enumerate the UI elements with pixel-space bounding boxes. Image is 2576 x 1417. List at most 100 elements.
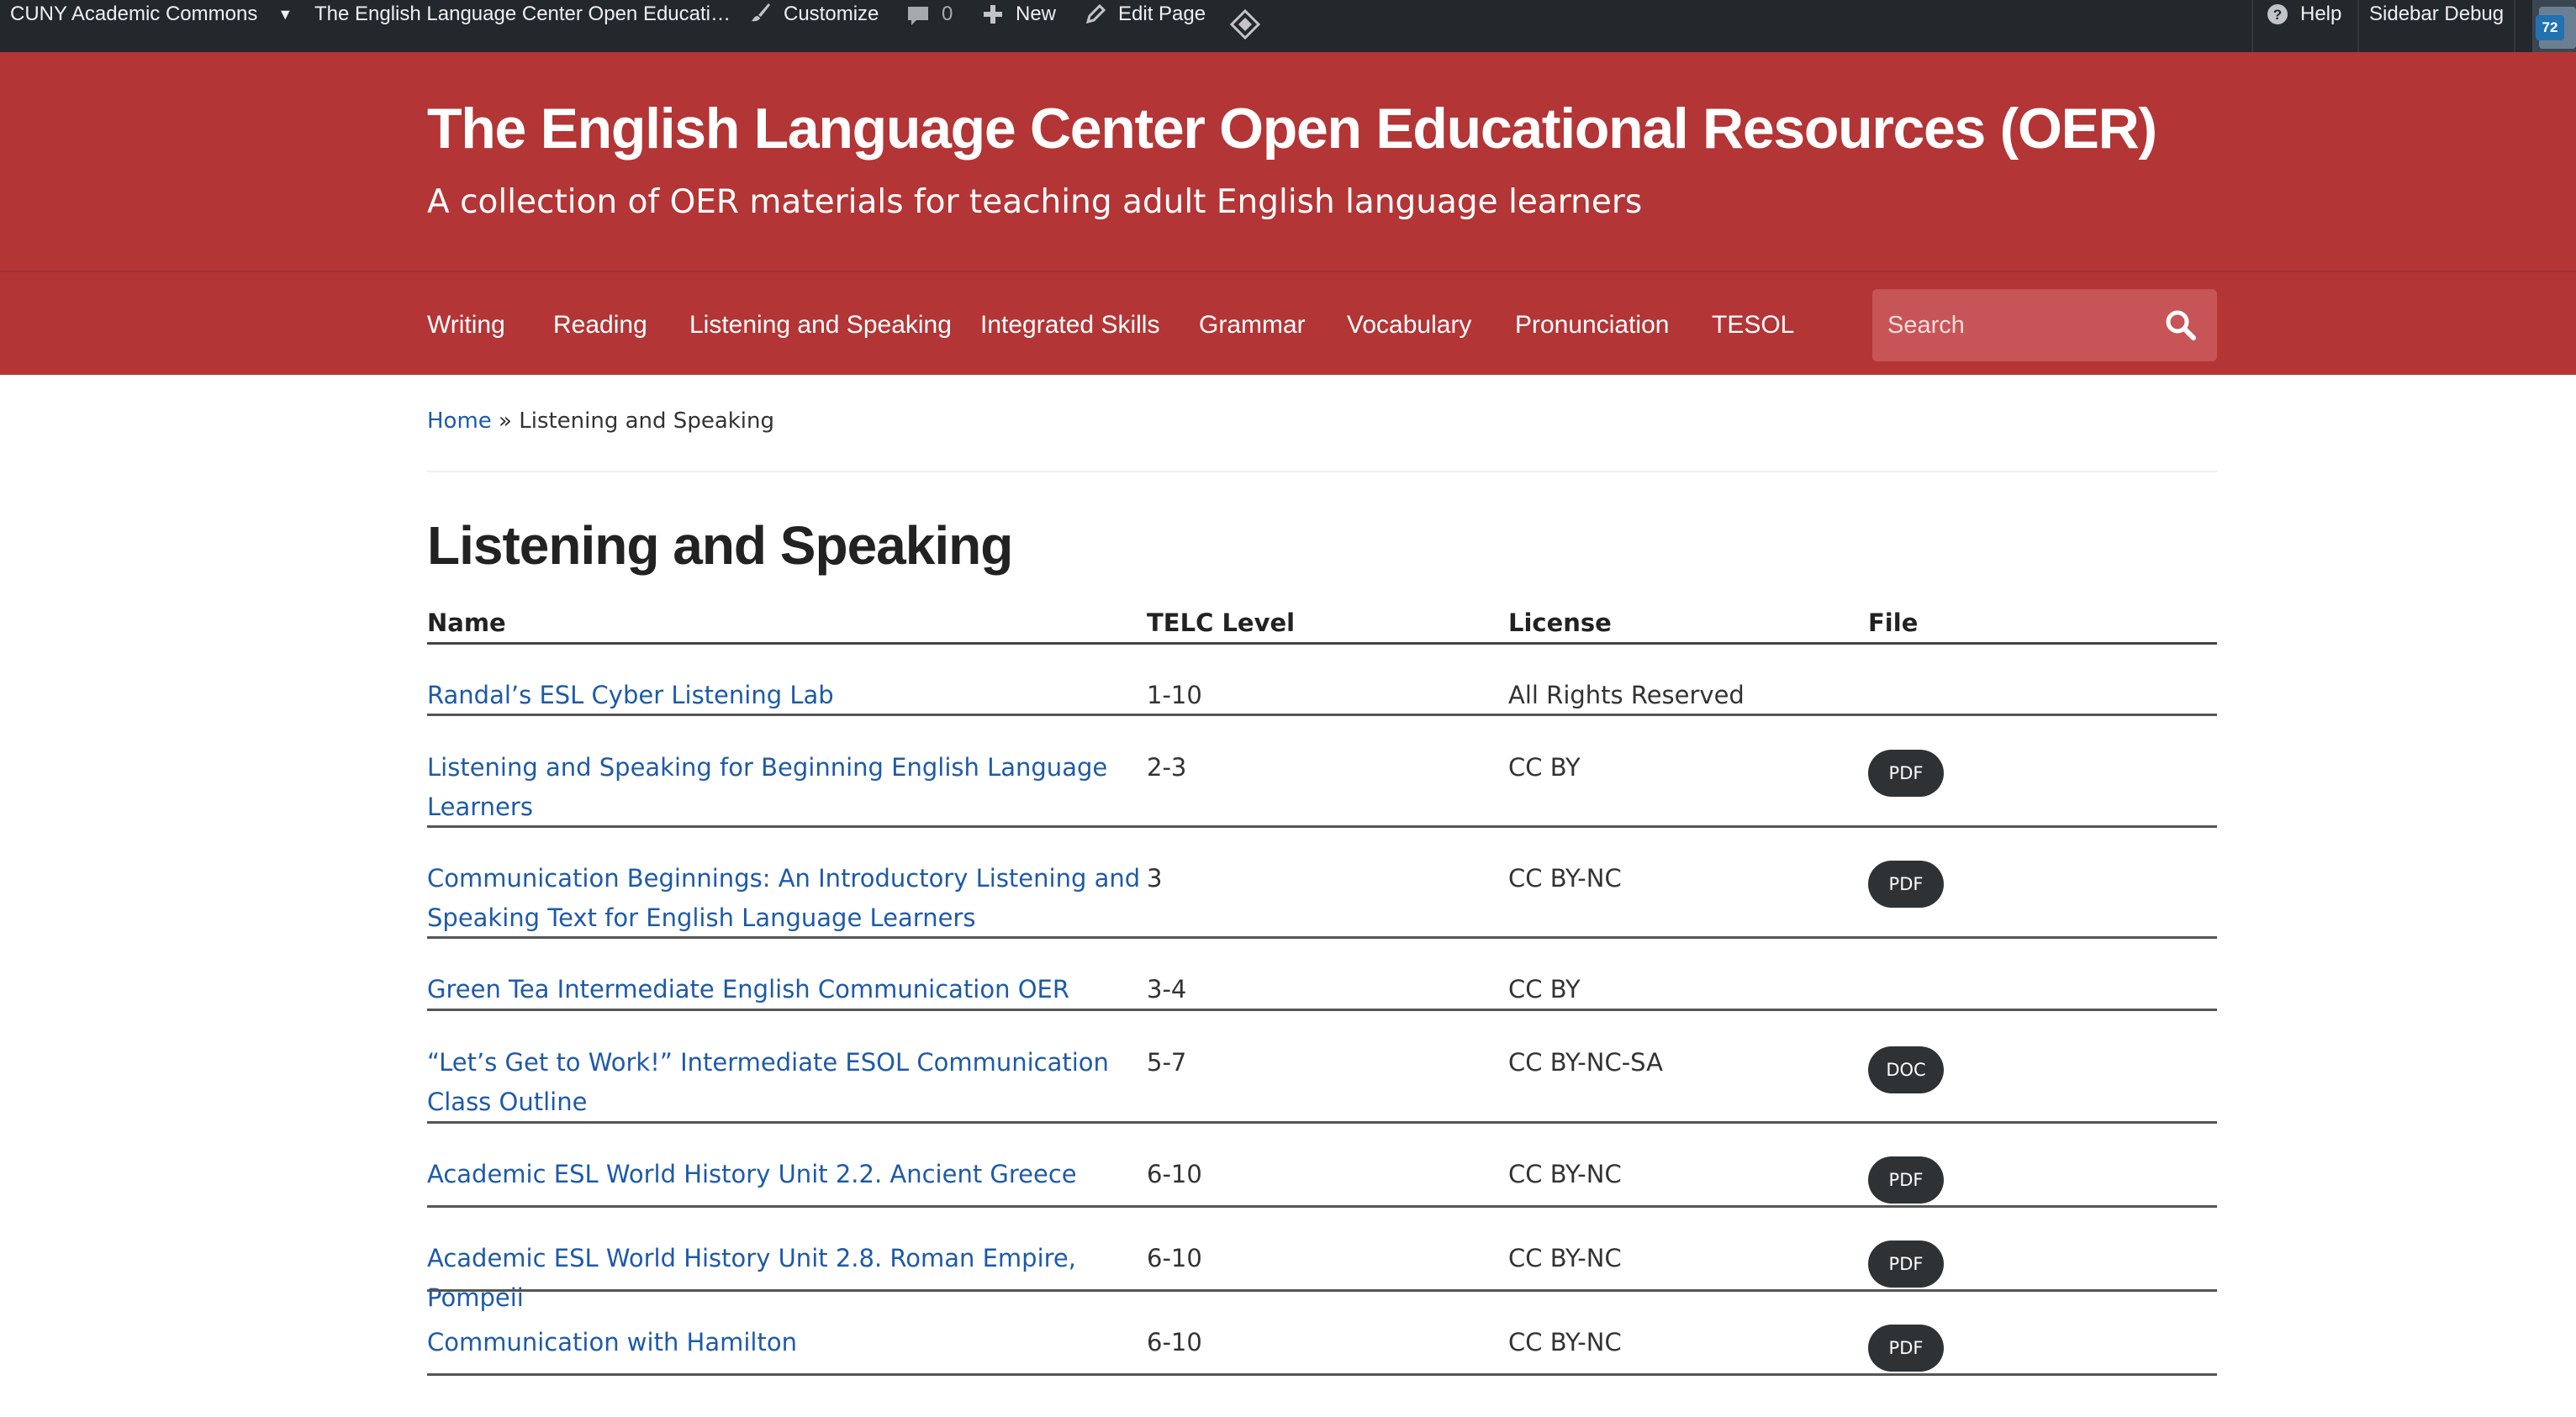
license-cell: CC BY-NC bbox=[1508, 1244, 1622, 1272]
resource-link[interactable]: Randal’s ESL Cyber Listening Lab bbox=[427, 681, 834, 709]
telc-level-cell: 6-10 bbox=[1147, 1244, 1202, 1272]
column-header-license: License bbox=[1508, 608, 1612, 637]
admin-network-label: CUNY Academic Commons bbox=[10, 3, 258, 25]
resource-name-cell: “Let’s Get to Work!” Intermediate ESOL C… bbox=[427, 1043, 1150, 1122]
resource-link[interactable]: “Let’s Get to Work!” Intermediate ESOL C… bbox=[427, 1048, 1109, 1116]
notification-badge: 72 bbox=[2536, 15, 2564, 40]
breadcrumb-home-link[interactable]: Home bbox=[427, 408, 492, 434]
row-divider bbox=[427, 1009, 2217, 1011]
breadcrumb-current: Listening and Speaking bbox=[519, 408, 775, 434]
resource-link[interactable]: Green Tea Intermediate English Communica… bbox=[427, 975, 1069, 1003]
admin-separator bbox=[2251, 0, 2253, 52]
search-button[interactable] bbox=[2163, 308, 2199, 343]
nav-item-grammar[interactable]: Grammar bbox=[1199, 311, 1306, 340]
telc-level-cell: 6-10 bbox=[1147, 1328, 1202, 1356]
file-download-button[interactable]: PDF bbox=[1868, 861, 1944, 908]
column-header-name: Name bbox=[427, 608, 506, 637]
admin-bar: CUNY Academic Commons ▼ The English Lang… bbox=[0, 0, 2576, 52]
telc-level-cell: 3-4 bbox=[1147, 975, 1187, 1003]
column-header-telc-level: TELC Level bbox=[1147, 608, 1296, 637]
license-cell: CC BY-NC-SA bbox=[1508, 1048, 1663, 1077]
page-title: Listening and Speaking bbox=[427, 515, 1013, 576]
breadcrumb-separator: » bbox=[499, 408, 512, 434]
comment-icon bbox=[906, 5, 930, 27]
row-divider bbox=[427, 936, 2217, 939]
license-cell: CC BY-NC bbox=[1508, 864, 1622, 893]
admin-network-menu[interactable]: CUNY Academic Commons ▼ bbox=[10, 0, 293, 52]
search-input[interactable] bbox=[1887, 289, 2140, 361]
search-form bbox=[1872, 289, 2217, 361]
admin-sidebar-debug-link[interactable]: Sidebar Debug bbox=[2369, 0, 2504, 52]
resource-link[interactable]: Academic ESL World History Unit 2.2. Anc… bbox=[427, 1160, 1077, 1188]
license-cell: CC BY bbox=[1508, 975, 1581, 1003]
row-divider bbox=[427, 1121, 2217, 1124]
file-download-button[interactable]: PDF bbox=[1868, 750, 1944, 797]
file-download-button[interactable]: PDF bbox=[1868, 1156, 1944, 1204]
row-divider bbox=[427, 1373, 2217, 1376]
admin-site-menu[interactable]: The English Language Center Open Educati… bbox=[314, 0, 731, 52]
diamond-icon bbox=[1229, 8, 1261, 40]
telc-level-cell: 1-10 bbox=[1147, 681, 1202, 709]
resource-link[interactable]: Communication Beginnings: An Introductor… bbox=[427, 864, 1140, 932]
file-download-button[interactable]: PDF bbox=[1868, 1241, 1944, 1288]
nav-item-writing[interactable]: Writing bbox=[427, 311, 505, 340]
search-icon bbox=[2166, 310, 2196, 340]
brush-icon bbox=[750, 2, 772, 24]
site-title[interactable]: The English Language Center Open Educati… bbox=[427, 96, 2157, 161]
license-cell: All Rights Reserved bbox=[1508, 681, 1745, 709]
column-header-file: File bbox=[1868, 608, 1919, 637]
divider bbox=[427, 471, 2217, 472]
admin-query-monitor-link[interactable] bbox=[1229, 0, 1261, 52]
row-divider bbox=[427, 714, 2217, 716]
telc-level-cell: 5-7 bbox=[1147, 1048, 1187, 1077]
table-header-rule bbox=[427, 642, 2217, 645]
resource-name-cell: Randal’s ESL Cyber Listening Lab bbox=[427, 676, 1150, 715]
table-row: Randal’s ESL Cyber Listening Lab 1-10 Al… bbox=[427, 676, 2217, 716]
row-divider bbox=[427, 1205, 2217, 1208]
resource-link[interactable]: Listening and Speaking for Beginning Eng… bbox=[427, 753, 1107, 821]
svg-text:?: ? bbox=[2273, 7, 2282, 23]
admin-comments-link[interactable]: 0 bbox=[906, 0, 953, 52]
nav-item-pronunciation[interactable]: Pronunciation bbox=[1515, 311, 1669, 340]
file-download-button[interactable]: DOC bbox=[1868, 1046, 1944, 1093]
plus-icon bbox=[982, 3, 1004, 25]
admin-customize-label: Customize bbox=[784, 3, 879, 25]
resource-link[interactable]: Academic ESL World History Unit 2.8. Rom… bbox=[427, 1244, 1076, 1312]
main-navigation: Writing Reading Listening and Speaking I… bbox=[0, 271, 2576, 375]
admin-new-menu[interactable]: New bbox=[982, 0, 1056, 52]
admin-sidebar-debug-label: Sidebar Debug bbox=[2369, 3, 2505, 25]
admin-separator bbox=[2357, 0, 2359, 52]
chevron-down-icon: ▼ bbox=[277, 6, 293, 23]
resource-name-cell: Communication with Hamilton bbox=[427, 1323, 1150, 1362]
pencil-icon bbox=[1085, 3, 1106, 25]
breadcrumb: Home » Listening and Speaking bbox=[427, 408, 774, 434]
resource-name-cell: Academic ESL World History Unit 2.2. Anc… bbox=[427, 1155, 1150, 1194]
table-row: Academic ESL World History Unit 2.2. Anc… bbox=[427, 1155, 2217, 1208]
help-icon: ? bbox=[2267, 3, 2288, 25]
admin-help-label: Help bbox=[2300, 3, 2342, 25]
nav-item-integrated-skills[interactable]: Integrated Skills bbox=[980, 311, 1159, 340]
table-row: Listening and Speaking for Beginning Eng… bbox=[427, 748, 2217, 828]
admin-comments-count: 0 bbox=[942, 3, 953, 25]
resource-link[interactable]: Communication with Hamilton bbox=[427, 1328, 797, 1356]
nav-item-vocabulary[interactable]: Vocabulary bbox=[1347, 311, 1471, 340]
table-row: Academic ESL World History Unit 2.8. Rom… bbox=[427, 1239, 2217, 1312]
telc-level-cell: 3 bbox=[1147, 864, 1163, 893]
license-cell: CC BY-NC bbox=[1508, 1328, 1622, 1356]
admin-edit-page-link[interactable]: Edit Page bbox=[1085, 0, 1206, 52]
nav-item-listening-and-speaking[interactable]: Listening and Speaking bbox=[689, 311, 952, 340]
license-cell: CC BY bbox=[1508, 753, 1581, 782]
telc-level-cell: 6-10 bbox=[1147, 1160, 1202, 1188]
file-download-button[interactable]: PDF bbox=[1868, 1325, 1944, 1372]
row-divider bbox=[427, 825, 2217, 828]
admin-edit-page-label: Edit Page bbox=[1118, 3, 1206, 25]
table-row: Green Tea Intermediate English Communica… bbox=[427, 970, 2217, 1011]
nav-item-reading[interactable]: Reading bbox=[553, 311, 647, 340]
admin-customize-link[interactable]: Customize bbox=[750, 0, 879, 52]
admin-help-link[interactable]: ? Help bbox=[2267, 0, 2341, 52]
license-cell: CC BY-NC bbox=[1508, 1160, 1622, 1188]
table-row: Communication with Hamilton 6-10 CC BY-N… bbox=[427, 1323, 2217, 1376]
admin-account-menu[interactable]: 72 bbox=[2532, 0, 2576, 52]
site-description: A collection of OER materials for teachi… bbox=[427, 183, 1643, 221]
nav-item-tesol[interactable]: TESOL bbox=[1712, 311, 1794, 340]
